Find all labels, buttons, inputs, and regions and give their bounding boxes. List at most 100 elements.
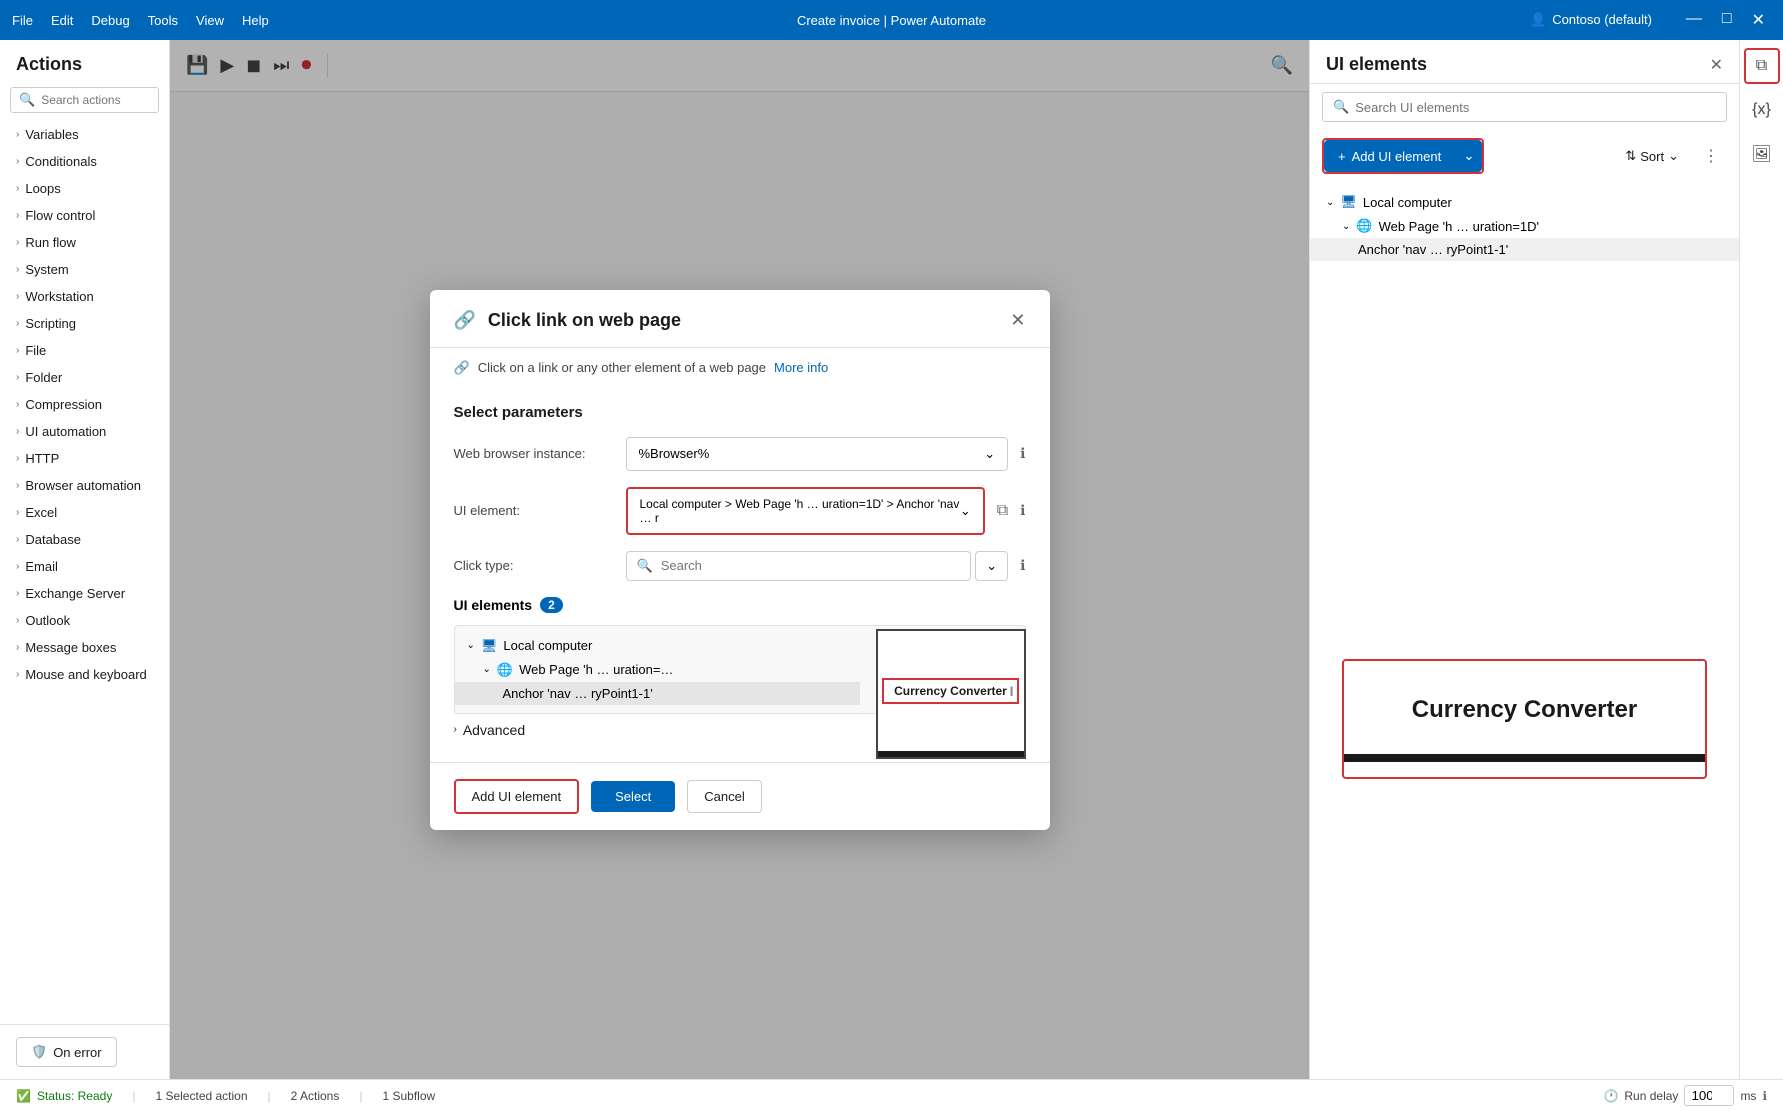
action-item-outlook[interactable]: ›Outlook (0, 607, 169, 634)
action-item-variables[interactable]: ›Variables (0, 121, 169, 148)
chevron-icon: › (16, 453, 19, 464)
title-bar-right: 👤Contoso (default) — □ ✕ (1530, 10, 1771, 30)
web-browser-select[interactable]: %Browser% ⌄ (626, 437, 1009, 471)
action-label: Outlook (25, 613, 70, 628)
chevron-down-icon: ⌄ (1668, 148, 1679, 164)
advanced-toggle[interactable]: › Advanced (454, 722, 860, 738)
local-computer-label: Local computer (503, 638, 592, 653)
ui-elements-search-input[interactable] (1355, 100, 1716, 115)
ui-elements-search-bar[interactable]: 🔍 (1322, 92, 1727, 122)
add-ui-dropdown-button[interactable]: ⌄ (1455, 140, 1482, 172)
ui-elements-close-button[interactable]: ✕ (1710, 55, 1723, 75)
modal-footer: Add UI element Select Cancel (430, 762, 1050, 830)
tree-anchor[interactable]: Anchor 'nav … ryPoint1-1' (1310, 238, 1739, 261)
modal-overlay: 🔗 Click link on web page ✕ 🔗 Click on a … (170, 40, 1309, 1079)
cancel-button[interactable]: Cancel (687, 780, 761, 813)
run-delay-input[interactable] (1684, 1085, 1734, 1106)
layers-icon[interactable]: ⧉ (997, 502, 1008, 520)
menu-file[interactable]: File (12, 13, 33, 28)
info-icon[interactable]: ℹ (1762, 1089, 1767, 1103)
maximize-button[interactable]: □ (1716, 10, 1738, 30)
clock-icon: 🕐 (1603, 1089, 1618, 1103)
action-label: Run flow (25, 235, 76, 250)
layers-icon: ⧉ (1756, 57, 1767, 75)
add-ui-element-button[interactable]: Add UI element (454, 779, 580, 814)
search-icon: 🔍 (637, 558, 653, 574)
modal-tree-web-page[interactable]: ⌄ 🌐 Web Page 'h … uration=… (455, 658, 860, 682)
menu-debug[interactable]: Debug (91, 13, 129, 28)
action-item-excel[interactable]: ›Excel (0, 499, 169, 526)
click-type-search[interactable]: 🔍 (626, 551, 972, 581)
action-item-mouse-keyboard[interactable]: ›Mouse and keyboard (0, 661, 169, 688)
action-label: Email (25, 559, 58, 574)
action-item-message-boxes[interactable]: ›Message boxes (0, 634, 169, 661)
action-item-email[interactable]: ›Email (0, 553, 169, 580)
chevron-icon: › (16, 642, 19, 653)
search-actions-input[interactable] (41, 93, 150, 107)
info-icon[interactable]: ℹ (1020, 445, 1025, 462)
chevron-right-icon: › (454, 724, 457, 735)
menu-edit[interactable]: Edit (51, 13, 73, 28)
action-item-database[interactable]: ›Database (0, 526, 169, 553)
link-icon2: 🔗 (454, 360, 470, 376)
image-panel-button[interactable]: 🖼 (1744, 136, 1780, 172)
modal-tree-local-computer[interactable]: ⌄ 🖥 Local computer (455, 634, 860, 658)
variables-panel-button[interactable]: {x} (1744, 92, 1780, 128)
action-item-exchange[interactable]: ›Exchange Server (0, 580, 169, 607)
actions-search-bar[interactable]: 🔍 (10, 87, 159, 113)
chevron-down-icon: ⌄ (483, 664, 491, 675)
click-type-dropdown-button[interactable]: ⌄ (975, 551, 1008, 581)
action-label: Exchange Server (25, 586, 125, 601)
modal-tree-anchor[interactable]: Anchor 'nav … ryPoint1-1' (455, 682, 860, 705)
info-icon3[interactable]: ℹ (1020, 557, 1025, 574)
action-label: Workstation (25, 289, 93, 304)
action-item-ui-automation[interactable]: ›UI automation (0, 418, 169, 445)
app-title: Create invoice | Power Automate (797, 13, 986, 28)
menu-view[interactable]: View (196, 13, 224, 28)
checkmark-icon: ✅ (16, 1089, 31, 1103)
close-button[interactable]: ✕ (1746, 10, 1771, 30)
tree-local-computer[interactable]: ⌄ 🖥 Local computer (1310, 190, 1739, 214)
web-page-label: Web Page 'h … uration=1D' (1379, 219, 1539, 234)
action-item-file[interactable]: ›File (0, 337, 169, 364)
action-item-browser-automation[interactable]: ›Browser automation (0, 472, 169, 499)
tree-web-page[interactable]: ⌄ 🌐 Web Page 'h … uration=1D' (1310, 214, 1739, 238)
ui-elements-count-label: UI elements (454, 597, 533, 613)
info-icon2[interactable]: ℹ (1020, 502, 1025, 519)
status-text: Status: Ready (37, 1089, 112, 1103)
add-ui-element-bar: + Add UI element ⌄ ⇅ Sort ⌄ ⋮ (1310, 130, 1739, 182)
chevron-icon: › (16, 507, 19, 518)
minimize-button[interactable]: — (1680, 10, 1708, 30)
action-item-loops[interactable]: ›Loops (0, 175, 169, 202)
action-item-folder[interactable]: ›Folder (0, 364, 169, 391)
layers-panel-button[interactable]: ⧉ (1744, 48, 1780, 84)
menu-tools[interactable]: Tools (148, 13, 178, 28)
action-item-compression[interactable]: ›Compression (0, 391, 169, 418)
ui-elements-panel: UI elements ✕ 🔍 + Add UI element ⌄ ⇅ Sor… (1309, 40, 1739, 1079)
click-type-input[interactable] (661, 558, 961, 573)
action-item-scripting[interactable]: ›Scripting (0, 310, 169, 337)
window-controls: — □ ✕ (1680, 10, 1771, 30)
ui-elements-title: UI elements (1326, 54, 1702, 75)
select-button[interactable]: Select (591, 781, 675, 812)
action-item-conditionals[interactable]: ›Conditionals (0, 148, 169, 175)
currency-preview-container: Currency Converter (1310, 623, 1739, 1080)
sort-button[interactable]: ⇅ Sort ⌄ (1617, 142, 1687, 170)
more-info-link[interactable]: More info (774, 360, 828, 375)
ui-element-select[interactable]: Local computer > Web Page 'h … uration=1… (626, 487, 985, 535)
action-item-workstation[interactable]: ›Workstation (0, 283, 169, 310)
modal-close-button[interactable]: ✕ (1010, 310, 1025, 331)
selected-action-text: 1 Selected action (155, 1089, 247, 1103)
action-item-http[interactable]: ›HTTP (0, 445, 169, 472)
ui-elements-count-badge: 2 (540, 597, 563, 613)
on-error-button[interactable]: 🛡️ On error (16, 1037, 117, 1067)
add-ui-element-button[interactable]: + Add UI element (1324, 140, 1455, 172)
action-item-run-flow[interactable]: ›Run flow (0, 229, 169, 256)
action-item-system[interactable]: ›System (0, 256, 169, 283)
shield-icon: 🛡️ (31, 1044, 47, 1060)
preview-bar (878, 751, 1024, 757)
more-options-button[interactable]: ⋮ (1695, 142, 1727, 170)
title-bar: File Edit Debug Tools View Help Create i… (0, 0, 1783, 40)
menu-help[interactable]: Help (242, 13, 269, 28)
action-item-flow-control[interactable]: ›Flow control (0, 202, 169, 229)
